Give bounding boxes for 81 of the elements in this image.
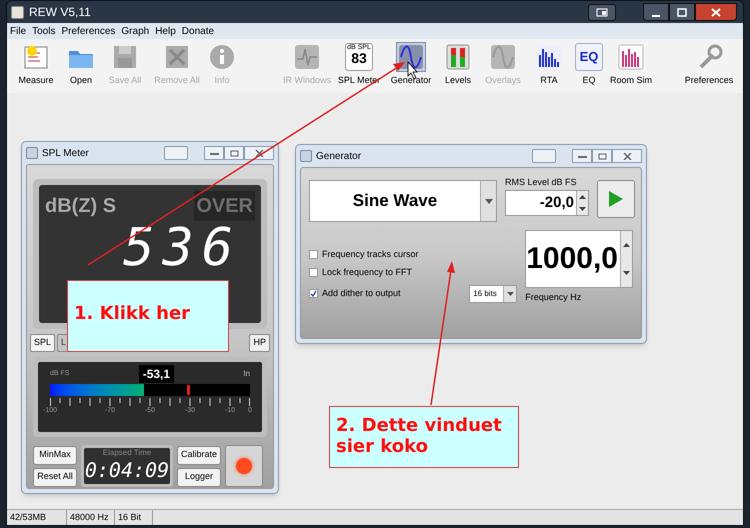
switch-window-button[interactable] (164, 146, 188, 160)
bits-dropdown[interactable]: 16 bits (469, 284, 518, 302)
meter-button[interactable]: Logger (177, 468, 221, 486)
window-title: REW V5,11 (29, 4, 91, 21)
elapsed-time-label: Elapsed Time (102, 448, 152, 458)
window-title: Generator (316, 150, 362, 164)
maximize-icon (230, 150, 238, 156)
caret-icon (480, 181, 496, 221)
chart-sun-icon (22, 43, 50, 71)
over-indicator: OVER (194, 191, 255, 221)
minimize-icon (652, 14, 660, 16)
sine-wave-icon (489, 43, 517, 71)
checkbox-label: Frequency tracks cursor (322, 248, 419, 261)
app-icon (26, 147, 38, 159)
maximize-icon (598, 152, 606, 160)
status-field: 16 Bit (115, 510, 153, 525)
callout-note: 1. Klikk her (67, 280, 229, 352)
maximize-icon (675, 6, 689, 18)
meter-button[interactable]: MinMax (33, 446, 77, 464)
toolbar-button[interactable]: Open (61, 43, 101, 88)
menu-item[interactable]: Help (155, 24, 176, 38)
play-button[interactable] (597, 180, 635, 218)
toolbar-button[interactable]: Preferences (679, 43, 739, 88)
checkbox[interactable] (309, 250, 318, 259)
info-icon (208, 43, 236, 71)
checkbox-label: Add dither to output (322, 286, 401, 300)
toolbar-button[interactable]: RTA (529, 43, 569, 88)
spl-reading: 536 (122, 221, 242, 275)
waveform-icon (293, 43, 321, 71)
bar-chart-icon (535, 43, 563, 71)
level-bars-icon (444, 43, 472, 71)
minimize-icon (578, 153, 586, 159)
minimize-icon (210, 150, 218, 156)
menu-item[interactable]: Graph (121, 24, 150, 38)
status-field: 48000 Hz (67, 510, 115, 525)
app-icon (11, 6, 24, 18)
frequency-label: Frequency Hz (525, 291, 582, 304)
menu-item[interactable]: Preferences (61, 24, 116, 38)
meter-value: -53,1 (138, 365, 174, 383)
sine-wave-icon (397, 43, 425, 71)
close-icon (254, 150, 264, 156)
close-icon (622, 152, 632, 160)
menu-item[interactable]: Donate (182, 24, 214, 38)
checkbox[interactable] (309, 289, 318, 298)
checkbox-label: Lock frequency to FFT (322, 266, 412, 279)
checkbox[interactable] (309, 268, 318, 278)
spinner-arrows-icon (620, 231, 632, 287)
rms-level-label: RMS Level dB FS (505, 176, 578, 188)
hp-button[interactable]: HP (249, 334, 270, 352)
callout-note: 2. Dette vinduet sier koko (329, 406, 519, 468)
close-button[interactable] (695, 3, 737, 21)
play-icon (609, 191, 623, 207)
maximize-button[interactable] (669, 3, 695, 21)
switch-window-button[interactable] (532, 149, 556, 163)
app-icon (300, 150, 312, 162)
close-icon (709, 6, 723, 18)
caret-icon (503, 286, 516, 302)
meter-button[interactable]: Reset All (33, 468, 77, 486)
cross-icon (163, 43, 191, 71)
frequency-field[interactable]: 1000,0 (525, 230, 633, 288)
meter-button[interactable]: Calibrate (177, 446, 221, 464)
menu-item[interactable]: Tools (32, 24, 56, 38)
minimize-button[interactable] (643, 3, 669, 21)
window-switch-icon (596, 8, 608, 16)
bar-chart-icon (617, 43, 645, 71)
rms-level-field[interactable]: -20,0 (505, 190, 589, 216)
switch-window-button[interactable] (588, 4, 616, 20)
toolbar-button[interactable]: Levels (439, 43, 477, 88)
elapsed-time-value: 0:04:09 (84, 458, 170, 482)
eq-icon: EQ (575, 43, 603, 71)
menu-item[interactable]: File (10, 24, 26, 38)
status-field: 42/53MB (7, 510, 67, 525)
window-title: SPL Meter (42, 146, 89, 160)
input-label: In (243, 368, 250, 380)
spinner-arrows-icon (576, 191, 588, 215)
weighting-label: dB(Z) S (45, 194, 116, 219)
toolbar-button[interactable]: Room Sim (609, 43, 653, 88)
mode-tab[interactable]: SPL (30, 334, 56, 352)
toolbar-button[interactable]: EQ EQ (569, 43, 609, 88)
toolbar-button[interactable]: Measure (11, 43, 61, 88)
signal-dropdown[interactable]: Sine Wave (309, 180, 497, 222)
